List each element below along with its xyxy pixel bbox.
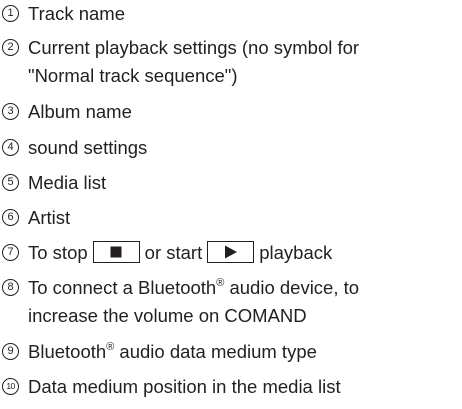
item-text-line-1: To connect a Bluetooth® audio device, to bbox=[28, 276, 360, 298]
item-text: Data medium position in the media list bbox=[28, 376, 341, 397]
legend-item-3: 3 Album name bbox=[0, 98, 462, 126]
item-number-circle: 6 bbox=[2, 209, 19, 226]
item-text: Track name bbox=[28, 3, 125, 24]
item-text-part-1: To stop bbox=[28, 242, 88, 263]
legend-item-2: 2 Current playback settings (no symbol f… bbox=[0, 34, 462, 90]
legend-item-1: 1 Track name bbox=[0, 0, 462, 28]
item-text: To stop or start playback bbox=[28, 239, 462, 267]
item-text: Media list bbox=[28, 172, 107, 193]
stop-square-icon bbox=[110, 246, 122, 258]
play-key bbox=[207, 241, 255, 264]
legend-item-7: 7 To stop or start playback bbox=[0, 239, 462, 267]
item-text-line-2: "Normal track sequence") bbox=[28, 65, 238, 86]
item-text: Bluetooth® audio data medium type bbox=[28, 340, 317, 362]
stop-key bbox=[92, 241, 140, 264]
item-text: Current playback settings (no symbol for… bbox=[28, 34, 462, 90]
legend-list: 1 Track name 2 Current playback settings… bbox=[0, 0, 462, 409]
item-number-circle: 5 bbox=[2, 174, 19, 191]
item-number-circle: 7 bbox=[2, 244, 19, 261]
item-number-circle: 4 bbox=[2, 139, 19, 156]
item-text: Artist bbox=[28, 207, 71, 228]
registered-mark: ® bbox=[216, 276, 225, 289]
play-triangle-icon bbox=[224, 245, 237, 259]
item-number-circle: 8 bbox=[2, 279, 19, 296]
legend-item-5: 5 Media list bbox=[0, 169, 462, 197]
legend-item-10: 10 Data medium position in the media lis… bbox=[0, 373, 462, 401]
item-text-part-2: or start bbox=[144, 242, 203, 263]
item-number-circle: 9 bbox=[2, 343, 19, 360]
item-number-circle: 1 bbox=[2, 5, 19, 22]
legend-item-4: 4 sound settings bbox=[0, 134, 462, 162]
item-text-part-3: playback bbox=[259, 242, 333, 263]
item-text-line-1: Current playback settings (no symbol for bbox=[28, 37, 360, 58]
registered-mark: ® bbox=[106, 340, 115, 353]
item-text: sound settings bbox=[28, 137, 148, 158]
legend-item-9: 9 Bluetooth® audio data medium type bbox=[0, 338, 462, 366]
item-text: To connect a Bluetooth® audio device, to… bbox=[28, 274, 462, 330]
item-number-circle: 2 bbox=[2, 39, 19, 56]
legend-item-6: 6 Artist bbox=[0, 204, 462, 232]
item-text-line-2: increase the volume on COMAND bbox=[28, 305, 307, 326]
legend-item-8: 8 To connect a Bluetooth® audio device, … bbox=[0, 274, 462, 330]
item-number-circle: 3 bbox=[2, 103, 19, 120]
item-number-circle: 10 bbox=[2, 378, 19, 395]
item-text: Album name bbox=[28, 101, 132, 122]
